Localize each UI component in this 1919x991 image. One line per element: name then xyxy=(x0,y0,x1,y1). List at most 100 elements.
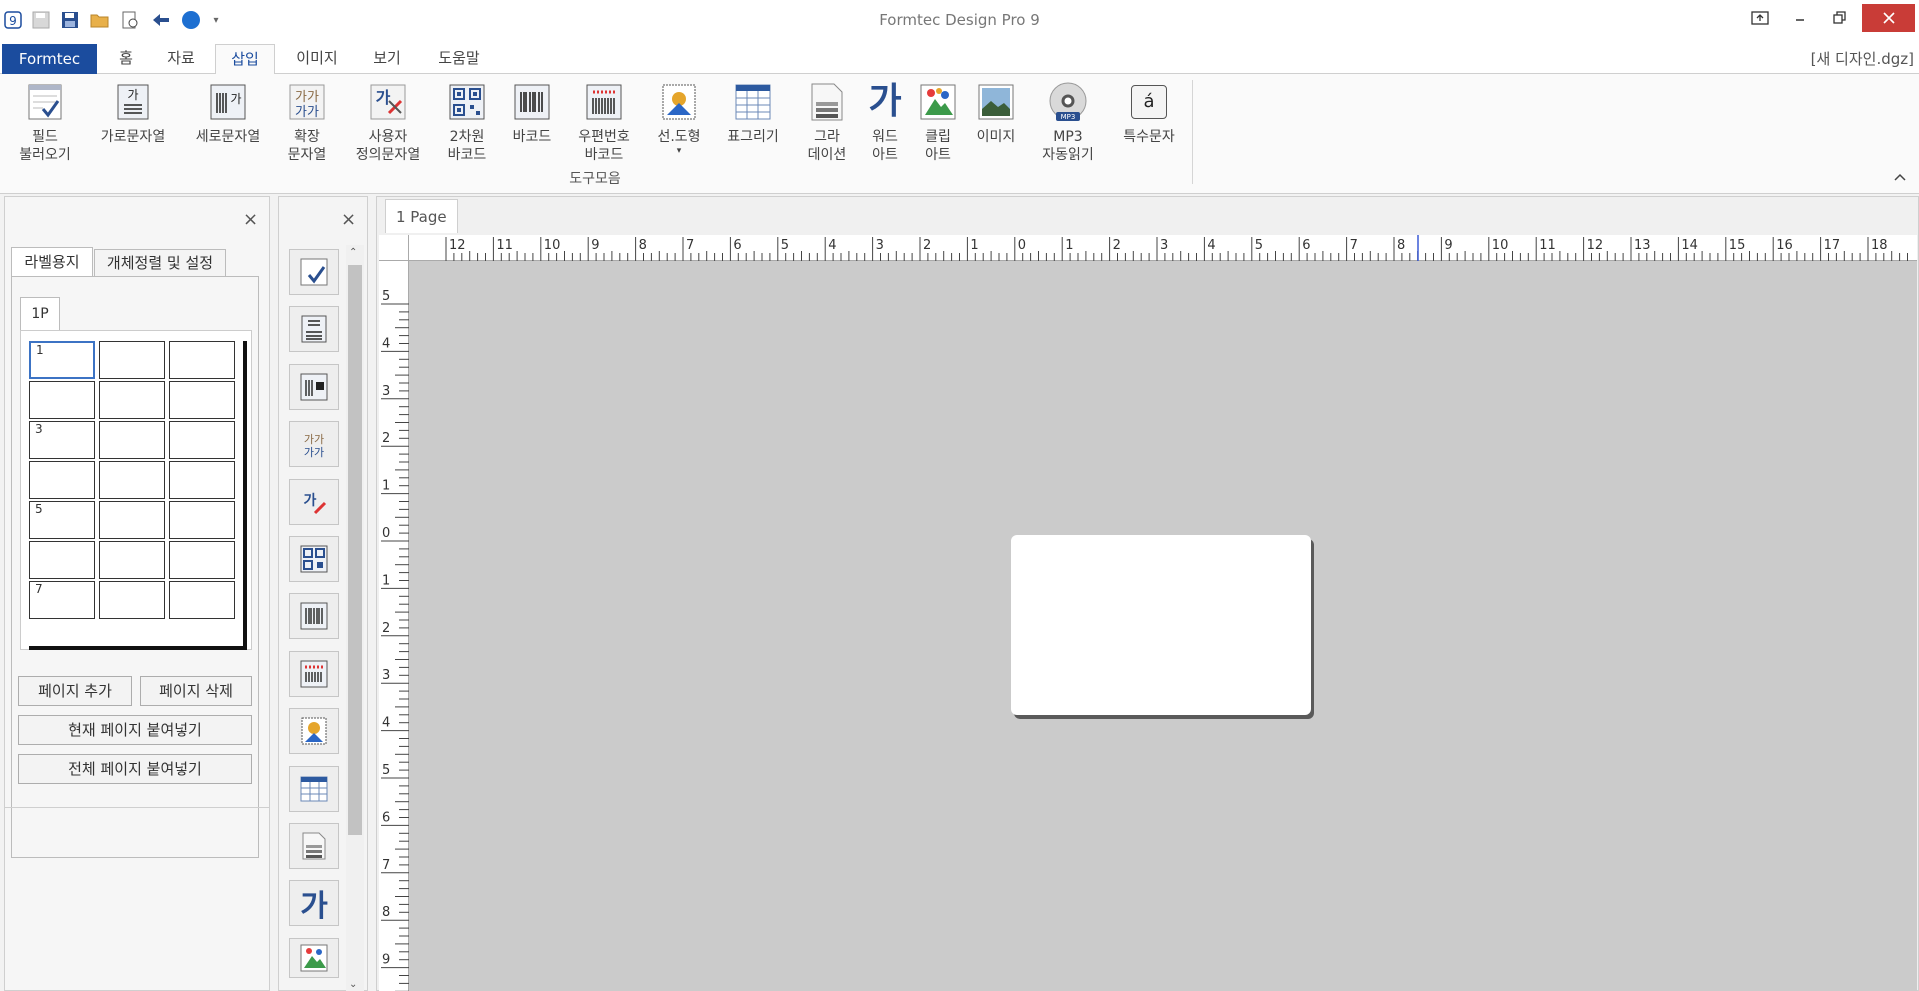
ruler-label: 13 xyxy=(1634,238,1651,253)
label-cell[interactable] xyxy=(169,381,235,419)
qr-code-tool-icon[interactable] xyxy=(289,536,339,582)
ribbon-extended-text-button[interactable]: 가가 가가 확장 문자열 xyxy=(280,82,334,164)
title-bar: 9 ▾ Formtec Design Pro 9 xyxy=(0,0,1919,42)
glyph: 가 xyxy=(127,88,138,102)
ribbon-shape-button[interactable]: 선.도형 ▾ xyxy=(652,82,706,156)
tab-formtec[interactable]: Formtec xyxy=(2,44,97,74)
label-cell[interactable]: 3 xyxy=(29,421,95,459)
ribbon-2d-barcode-button[interactable]: 2차원 바코드 xyxy=(442,82,492,164)
ruler-label: 2 xyxy=(923,238,931,253)
tab-image[interactable]: 이미지 xyxy=(283,44,351,74)
label-cell[interactable] xyxy=(29,381,95,419)
minimize-icon[interactable] xyxy=(1778,4,1822,32)
svg-text:가: 가 xyxy=(304,493,317,509)
ribbon-clip-art-button[interactable]: 클립 아트 xyxy=(914,82,962,164)
vertical-text-tool-icon[interactable] xyxy=(289,364,339,410)
ruler-label: 12 xyxy=(1587,238,1604,253)
tool-strip-scrollbar[interactable]: ⌃ ⌄ xyxy=(346,245,364,991)
ribbon-gradation-button[interactable]: 그라 데이션 xyxy=(800,82,854,164)
horizontal-text-icon: 가 xyxy=(113,82,153,122)
ribbon-mp3-button[interactable]: MP3 MP3 자동읽기 xyxy=(1034,82,1102,164)
scroll-down-icon[interactable]: ⌄ xyxy=(349,979,357,990)
ribbon-label: 바코드 xyxy=(584,147,624,163)
word-art-glyph: 가 xyxy=(868,81,902,122)
clip-art-tool-icon[interactable] xyxy=(289,938,339,978)
ribbon-custom-text-button[interactable]: 가 사용자 정의문자열 xyxy=(346,82,430,164)
ribbon-special-char-button[interactable]: á 특수문자 xyxy=(1114,82,1184,146)
label-cell[interactable] xyxy=(29,461,95,499)
design-canvas[interactable] xyxy=(409,261,1917,991)
ribbon-label: 정의문자열 xyxy=(355,147,421,163)
scrollbar-thumb[interactable] xyxy=(348,265,362,835)
mp3-badge: MP3 xyxy=(1061,113,1076,121)
label-cell[interactable] xyxy=(169,581,235,619)
label-cell[interactable] xyxy=(169,461,235,499)
collapse-ribbon-icon[interactable] xyxy=(1893,170,1907,186)
label-paper[interactable] xyxy=(1011,535,1311,715)
word-art-tool-icon[interactable]: 가 xyxy=(289,880,339,926)
ribbon-field-load-button[interactable]: 필드 불러오기 xyxy=(14,82,76,164)
svg-text:가가: 가가 xyxy=(295,90,319,105)
ribbon-display-icon[interactable] xyxy=(1738,4,1782,32)
tab-help[interactable]: 도움말 xyxy=(425,44,493,74)
postal-barcode-tool-icon[interactable] xyxy=(289,651,339,697)
ribbon-separator xyxy=(1192,80,1193,184)
label-cell[interactable] xyxy=(169,421,235,459)
scroll-up-icon[interactable]: ⌃ xyxy=(349,247,357,258)
label-cell[interactable] xyxy=(169,501,235,539)
table-icon xyxy=(733,82,773,122)
delete-page-button[interactable]: 페이지 삭제 xyxy=(140,676,252,706)
label-cell[interactable] xyxy=(99,381,165,419)
add-page-button[interactable]: 페이지 추가 xyxy=(18,676,132,706)
label-cell[interactable] xyxy=(29,541,95,579)
ribbon-word-art-button[interactable]: 가 워드 아트 xyxy=(860,82,910,164)
label-cell[interactable] xyxy=(99,421,165,459)
label-cell[interactable] xyxy=(99,581,165,619)
document-area: 1 Page 12 11 10 9 8 7 6 5 4 3 2 1 0 1 2 3 4 5 6 7 8 9 10 11 12 13… xyxy=(376,196,1919,991)
tab-insert[interactable]: 삽입 xyxy=(215,44,275,75)
ruler-label: 4 xyxy=(828,238,836,253)
gradation-tool-icon[interactable] xyxy=(289,823,339,869)
barcode-tool-icon[interactable] xyxy=(289,593,339,639)
label-cell[interactable] xyxy=(99,501,165,539)
sheet-outline: 1 3 5 7 xyxy=(29,341,247,650)
ribbon-label: 사용자 xyxy=(368,129,408,145)
label-cell[interactable]: 7 xyxy=(29,581,95,619)
label-cell[interactable] xyxy=(169,341,235,379)
window-title: Formtec Design Pro 9 xyxy=(879,11,1040,29)
ruler-label: 0 xyxy=(382,526,390,541)
horizontal-text-tool-icon[interactable] xyxy=(289,306,339,352)
clip-art-icon xyxy=(918,82,958,122)
tab-page[interactable]: 1 Page xyxy=(385,199,458,233)
ribbon-postal-barcode-button[interactable]: 우편번호 바코드 xyxy=(572,82,636,164)
tab-object-align[interactable]: 개체정렬 및 설정 xyxy=(94,249,226,277)
table-tool-icon[interactable] xyxy=(289,766,339,812)
extended-text-tool-icon[interactable]: 가가 가가 xyxy=(289,421,339,467)
field-load-tool-icon[interactable] xyxy=(289,249,339,295)
label-cell[interactable] xyxy=(169,541,235,579)
close-icon[interactable]: × xyxy=(243,209,258,230)
paste-current-page-button[interactable]: 현재 페이지 붙여넣기 xyxy=(18,715,252,745)
custom-text-tool-icon[interactable]: 가 xyxy=(289,479,339,525)
ribbon-image-button[interactable]: 이미지 xyxy=(968,82,1024,146)
close-icon[interactable]: × xyxy=(341,209,356,230)
label-cell[interactable] xyxy=(99,541,165,579)
tab-page-1p[interactable]: 1P xyxy=(20,297,60,331)
tab-label-paper[interactable]: 라벨용지 xyxy=(11,247,93,277)
tab-data[interactable]: 자료 xyxy=(158,44,204,74)
tab-view[interactable]: 보기 xyxy=(362,44,412,74)
paste-all-pages-button[interactable]: 전체 페이지 붙여넣기 xyxy=(18,754,252,784)
restore-icon[interactable] xyxy=(1818,4,1862,32)
close-window-icon[interactable] xyxy=(1862,4,1915,32)
ribbon-horizontal-text-button[interactable]: 가 가로문자열 xyxy=(93,82,173,146)
label-cell[interactable] xyxy=(99,341,165,379)
ribbon-barcode-button[interactable]: 바코드 xyxy=(506,82,558,146)
svg-text:가가: 가가 xyxy=(304,446,324,459)
label-cell[interactable]: 1 xyxy=(29,341,95,379)
ribbon-table-button[interactable]: 표그리기 xyxy=(718,82,788,146)
shape-tool-icon[interactable] xyxy=(289,708,339,754)
tab-home[interactable]: 홈 xyxy=(108,44,144,74)
label-cell[interactable] xyxy=(99,461,165,499)
ribbon-vertical-text-button[interactable]: 가 세로문자열 xyxy=(186,82,270,146)
label-cell[interactable]: 5 xyxy=(29,501,95,539)
